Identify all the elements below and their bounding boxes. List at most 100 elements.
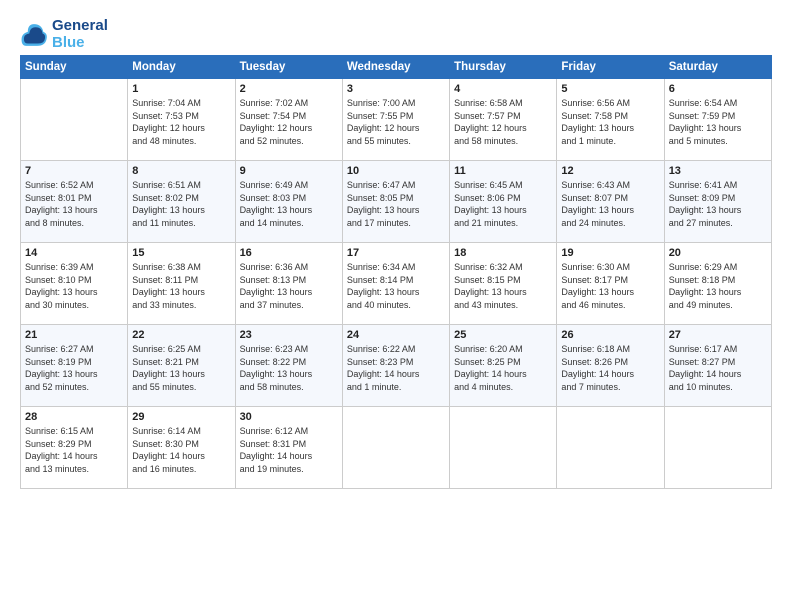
calendar-cell: 20 Sunrise: 6:29 AM Sunset: 8:18 PM Dayli…: [664, 243, 771, 325]
calendar-cell: 1Sunrise: 7:04 AM Sunset: 7:53 PM Daylig…: [128, 79, 235, 161]
calendar-cell: 30 Sunrise: 6:12 AM Sunset: 8:31 PM Dayli…: [235, 407, 342, 489]
calendar-week-5: 28Sunrise: 6:15 AM Sunset: 8:29 PM Dayli…: [21, 407, 772, 489]
day-number: 29: [132, 411, 230, 423]
day-info: Sunrise: 6:15 AM Sunset: 8:29 PM Dayligh…: [25, 425, 123, 475]
calendar-cell: 10 Sunrise: 6:47 AM Sunset: 8:05 PM Dayli…: [342, 161, 449, 243]
logo-icon: [20, 21, 48, 49]
day-info: Sunrise: 7:00 AM Sunset: 7:55 PM Dayligh…: [347, 97, 445, 147]
calendar-cell: 21Sunrise: 6:27 AM Sunset: 8:19 PM Dayli…: [21, 325, 128, 407]
weekday-header-monday: Monday: [128, 56, 235, 79]
calendar-cell: [557, 407, 664, 489]
day-info: Sunrise: 6:36 AM Sunset: 8:13 PM Dayligh…: [240, 261, 338, 311]
day-info: Sunrise: 6:23 AM Sunset: 8:22 PM Dayligh…: [240, 343, 338, 393]
calendar-cell: [21, 79, 128, 161]
day-number: 30: [240, 411, 338, 423]
day-info: Sunrise: 6:47 AM Sunset: 8:05 PM Dayligh…: [347, 179, 445, 229]
day-info: Sunrise: 6:34 AM Sunset: 8:14 PM Dayligh…: [347, 261, 445, 311]
day-number: 4: [454, 83, 552, 95]
calendar-week-4: 21Sunrise: 6:27 AM Sunset: 8:19 PM Dayli…: [21, 325, 772, 407]
day-number: 10: [347, 165, 445, 177]
day-info: Sunrise: 6:45 AM Sunset: 8:06 PM Dayligh…: [454, 179, 552, 229]
day-number: 13: [669, 165, 767, 177]
calendar-cell: 8Sunrise: 6:51 AM Sunset: 8:02 PM Daylig…: [128, 161, 235, 243]
calendar-cell: 3 Sunrise: 7:00 AM Sunset: 7:55 PM Daylig…: [342, 79, 449, 161]
day-info: Sunrise: 6:41 AM Sunset: 8:09 PM Dayligh…: [669, 179, 767, 229]
day-info: Sunrise: 6:12 AM Sunset: 8:31 PM Dayligh…: [240, 425, 338, 475]
calendar-cell: 12Sunrise: 6:43 AM Sunset: 8:07 PM Dayli…: [557, 161, 664, 243]
day-info: Sunrise: 6:30 AM Sunset: 8:17 PM Dayligh…: [561, 261, 659, 311]
day-number: 1: [132, 83, 230, 95]
calendar-cell: [342, 407, 449, 489]
day-number: 19: [561, 247, 659, 259]
day-info: Sunrise: 6:43 AM Sunset: 8:07 PM Dayligh…: [561, 179, 659, 229]
calendar-cell: 9Sunrise: 6:49 AM Sunset: 8:03 PM Daylig…: [235, 161, 342, 243]
day-number: 7: [25, 165, 123, 177]
calendar-week-3: 14 Sunrise: 6:39 AM Sunset: 8:10 PM Dayli…: [21, 243, 772, 325]
day-info: Sunrise: 6:58 AM Sunset: 7:57 PM Dayligh…: [454, 97, 552, 147]
calendar-cell: 11 Sunrise: 6:45 AM Sunset: 8:06 PM Dayli…: [450, 161, 557, 243]
day-info: Sunrise: 6:14 AM Sunset: 8:30 PM Dayligh…: [132, 425, 230, 475]
day-number: 24: [347, 329, 445, 341]
calendar-cell: 26Sunrise: 6:18 AM Sunset: 8:26 PM Dayli…: [557, 325, 664, 407]
calendar-cell: 2Sunrise: 7:02 AM Sunset: 7:54 PM Daylig…: [235, 79, 342, 161]
calendar-cell: 19 Sunrise: 6:30 AM Sunset: 8:17 PM Dayli…: [557, 243, 664, 325]
day-info: Sunrise: 6:17 AM Sunset: 8:27 PM Dayligh…: [669, 343, 767, 393]
calendar-cell: 23 Sunrise: 6:23 AM Sunset: 8:22 PM Dayli…: [235, 325, 342, 407]
day-number: 9: [240, 165, 338, 177]
weekday-header-friday: Friday: [557, 56, 664, 79]
header: General Blue: [20, 18, 772, 51]
calendar-cell: 5Sunrise: 6:56 AM Sunset: 7:58 PM Daylig…: [557, 79, 664, 161]
calendar-cell: 28Sunrise: 6:15 AM Sunset: 8:29 PM Dayli…: [21, 407, 128, 489]
weekday-header-wednesday: Wednesday: [342, 56, 449, 79]
calendar-body: 1Sunrise: 7:04 AM Sunset: 7:53 PM Daylig…: [21, 79, 772, 489]
day-info: Sunrise: 6:54 AM Sunset: 7:59 PM Dayligh…: [669, 97, 767, 147]
day-number: 11: [454, 165, 552, 177]
weekday-header-thursday: Thursday: [450, 56, 557, 79]
calendar-cell: 16 Sunrise: 6:36 AM Sunset: 8:13 PM Dayli…: [235, 243, 342, 325]
day-info: Sunrise: 6:51 AM Sunset: 8:02 PM Dayligh…: [132, 179, 230, 229]
weekday-header-saturday: Saturday: [664, 56, 771, 79]
day-number: 3: [347, 83, 445, 95]
day-number: 20: [669, 247, 767, 259]
day-info: Sunrise: 6:52 AM Sunset: 8:01 PM Dayligh…: [25, 179, 123, 229]
day-info: Sunrise: 6:22 AM Sunset: 8:23 PM Dayligh…: [347, 343, 445, 393]
day-number: 17: [347, 247, 445, 259]
day-info: Sunrise: 6:25 AM Sunset: 8:21 PM Dayligh…: [132, 343, 230, 393]
weekday-header-tuesday: Tuesday: [235, 56, 342, 79]
page-container: General Blue SundayMondayTuesdayWednesda…: [0, 0, 792, 499]
calendar-cell: [664, 407, 771, 489]
day-info: Sunrise: 7:02 AM Sunset: 7:54 PM Dayligh…: [240, 97, 338, 147]
day-info: Sunrise: 6:39 AM Sunset: 8:10 PM Dayligh…: [25, 261, 123, 311]
day-number: 26: [561, 329, 659, 341]
day-number: 6: [669, 83, 767, 95]
calendar-week-1: 1Sunrise: 7:04 AM Sunset: 7:53 PM Daylig…: [21, 79, 772, 161]
calendar-cell: 13 Sunrise: 6:41 AM Sunset: 8:09 PM Dayli…: [664, 161, 771, 243]
day-number: 18: [454, 247, 552, 259]
calendar-week-2: 7 Sunrise: 6:52 AM Sunset: 8:01 PM Daylig…: [21, 161, 772, 243]
logo: General Blue: [20, 18, 108, 51]
day-info: Sunrise: 6:20 AM Sunset: 8:25 PM Dayligh…: [454, 343, 552, 393]
day-number: 23: [240, 329, 338, 341]
calendar-cell: [450, 407, 557, 489]
calendar-cell: 14 Sunrise: 6:39 AM Sunset: 8:10 PM Dayli…: [21, 243, 128, 325]
calendar-cell: 7 Sunrise: 6:52 AM Sunset: 8:01 PM Daylig…: [21, 161, 128, 243]
calendar-cell: 15 Sunrise: 6:38 AM Sunset: 8:11 PM Dayli…: [128, 243, 235, 325]
calendar-cell: 29 Sunrise: 6:14 AM Sunset: 8:30 PM Dayli…: [128, 407, 235, 489]
calendar-cell: 6 Sunrise: 6:54 AM Sunset: 7:59 PM Daylig…: [664, 79, 771, 161]
day-info: Sunrise: 6:56 AM Sunset: 7:58 PM Dayligh…: [561, 97, 659, 147]
day-number: 14: [25, 247, 123, 259]
day-info: Sunrise: 6:32 AM Sunset: 8:15 PM Dayligh…: [454, 261, 552, 311]
calendar-cell: 24 Sunrise: 6:22 AM Sunset: 8:23 PM Dayli…: [342, 325, 449, 407]
weekday-header-sunday: Sunday: [21, 56, 128, 79]
calendar-cell: 27 Sunrise: 6:17 AM Sunset: 8:27 PM Dayli…: [664, 325, 771, 407]
calendar-cell: 25Sunrise: 6:20 AM Sunset: 8:25 PM Dayli…: [450, 325, 557, 407]
calendar-cell: 22Sunrise: 6:25 AM Sunset: 8:21 PM Dayli…: [128, 325, 235, 407]
day-info: Sunrise: 6:29 AM Sunset: 8:18 PM Dayligh…: [669, 261, 767, 311]
day-number: 16: [240, 247, 338, 259]
calendar-cell: 17 Sunrise: 6:34 AM Sunset: 8:14 PM Dayli…: [342, 243, 449, 325]
day-info: Sunrise: 6:38 AM Sunset: 8:11 PM Dayligh…: [132, 261, 230, 311]
calendar-cell: 4 Sunrise: 6:58 AM Sunset: 7:57 PM Daylig…: [450, 79, 557, 161]
day-number: 15: [132, 247, 230, 259]
day-number: 27: [669, 329, 767, 341]
weekday-header-row: SundayMondayTuesdayWednesdayThursdayFrid…: [21, 56, 772, 79]
